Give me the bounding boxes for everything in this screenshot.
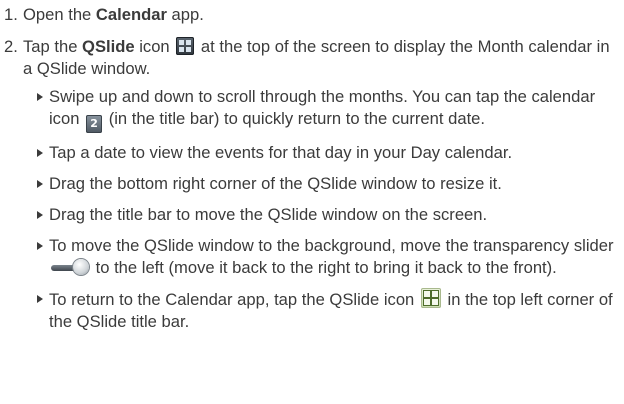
step-number: 2. [4,37,18,56]
qslide-icon [420,288,441,308]
step-text: Open the Calendar app. [23,4,618,26]
step-text-part: Tap the [23,37,83,56]
step-text-part: Open the [23,5,96,24]
bullet-text: Drag the title bar to move the QSlide wi… [49,205,488,224]
bullet-triangle-icon [35,235,49,257]
transparency-slider-icon [51,259,89,277]
list-item: Drag the bottom right corner of the QSli… [35,173,618,195]
step-text-part: app. [166,5,204,24]
step-text-part: icon [134,37,170,56]
bullet-text: To move the QSlide window to the backgro… [49,235,618,279]
feature-name: QSlide [82,37,135,56]
bullet-triangle-icon [35,173,49,195]
bullet-text-part: To return to the Calendar app, tap the Q… [49,290,415,309]
list-item: To return to the Calendar app, tap the Q… [35,288,618,333]
bullet-triangle-icon [35,86,49,108]
bullet-text-part: to the left (move it back to the right t… [95,258,557,277]
app-name: Calendar [95,5,167,24]
instructions-page: 1. Open the Calendar app. 2. Tap the QSl… [0,0,624,404]
bullet-text: Drag the bottom right corner of the QSli… [49,174,502,193]
qslide-icon [176,37,195,55]
step-text: Tap the QSlide icon at the top of the sc… [23,36,618,80]
list-item: Swipe up and down to scroll through the … [35,86,618,133]
bullet-text: Tap a date to view the events for that d… [49,143,513,162]
bullet-list: Swipe up and down to scroll through the … [4,86,618,333]
bullet-triangle-icon [35,288,49,310]
list-item: To move the QSlide window to the backgro… [35,235,618,279]
step-1: 1. Open the Calendar app. [4,4,618,26]
bullet-triangle-icon [35,204,49,226]
calendar-icon: 2 [86,115,103,133]
bullet-text-part: (in the title bar) to quickly return to … [108,109,486,128]
bullet-text-part: To move the QSlide window to the backgro… [49,236,614,255]
step-2: 2. Tap the QSlide icon at the top of the… [4,36,618,80]
list-item: Drag the title bar to move the QSlide wi… [35,204,618,226]
bullet-text: Swipe up and down to scroll through the … [49,86,618,133]
step-number: 1. [4,5,18,24]
list-item: Tap a date to view the events for that d… [35,142,618,164]
bullet-triangle-icon [35,142,49,164]
bullet-text: To return to the Calendar app, tap the Q… [49,288,618,333]
